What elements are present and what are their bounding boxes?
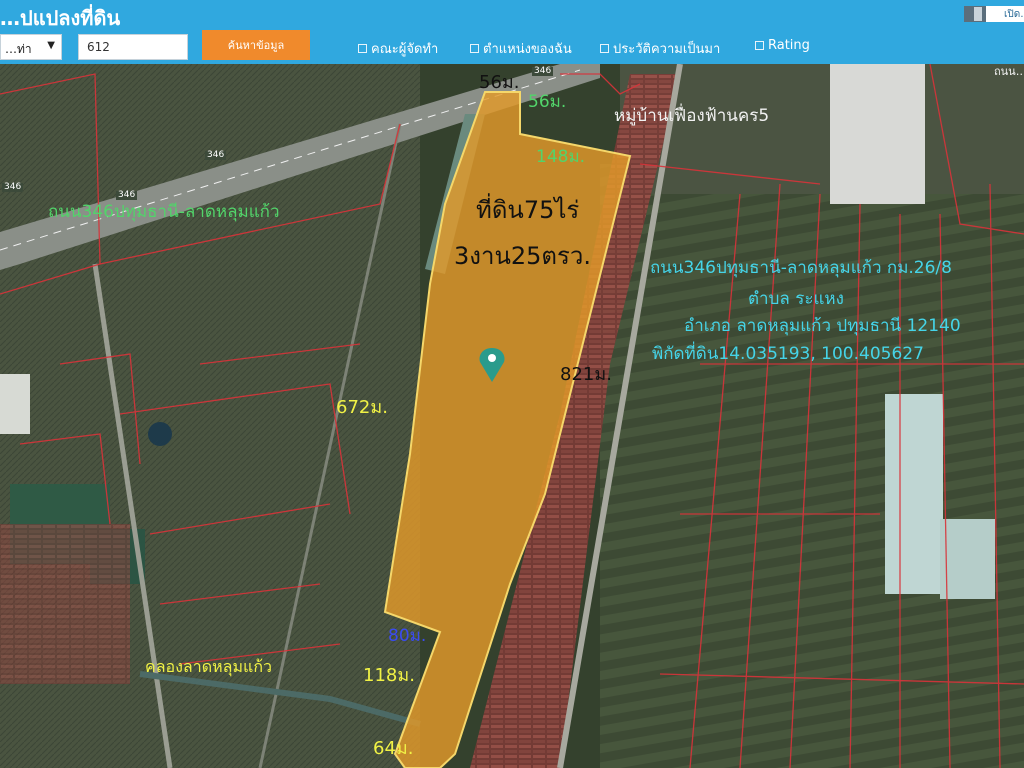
parcel-area-line2: 3งาน25ตรว. — [454, 242, 591, 270]
factory-building — [830, 64, 925, 204]
terrain-northeast — [620, 64, 1024, 194]
village-west — [0, 524, 130, 684]
factory-building — [940, 519, 995, 599]
measure-west-edge: 672ม. — [336, 397, 388, 418]
app-title: …ปแปลงที่ดิน — [0, 6, 121, 30]
toggle-history-label: ประวัติความเป็นมา — [613, 42, 721, 57]
parcel-area-line1: ที่ดิน75ไร่ — [476, 196, 580, 224]
measure-top-edge: 56ม. — [479, 72, 520, 93]
measure-top-notch: 56ม. — [528, 92, 567, 112]
toggle-history[interactable]: ประวัติความเป็นมา — [600, 38, 720, 59]
measure-southwest-step: 80ม. — [388, 626, 427, 646]
measure-east-edge: 821ม. — [560, 364, 612, 385]
parcel-number-input[interactable] — [78, 34, 188, 60]
toggle-knob-highlight — [974, 7, 982, 21]
toggle-my-location[interactable]: ตำแหน่งของฉัน — [470, 38, 572, 59]
toggle-team[interactable]: คณะผู้จัดทำ — [358, 38, 438, 59]
address-line-3: อำเภอ ลาดหลุมแก้ว ปทุมธานี 12140 — [684, 316, 961, 336]
measure-northeast-edge: 148ม. — [536, 147, 586, 167]
toggle-team-label: คณะผู้จัดทำ — [371, 42, 439, 57]
farm-fields — [600, 164, 1024, 768]
road-marker: 346 — [2, 182, 24, 192]
search-button[interactable]: ค้นหาข้อมูล — [202, 30, 310, 60]
factory-building — [885, 394, 943, 594]
measure-south-edge: 64ม. — [373, 738, 414, 759]
pond — [148, 422, 172, 446]
toggle-rating-label: Rating — [768, 38, 810, 53]
checkbox-icon[interactable] — [600, 44, 609, 53]
address-line-1: ถนน346ปทุมธานี-ลาดหลุมแก้ว กม.26/8 — [650, 258, 952, 278]
province-select-value: …ท่า — [5, 42, 32, 56]
checkbox-icon[interactable] — [470, 44, 479, 53]
road-marker: 346 — [205, 150, 227, 160]
measure-south-west-edge: 118ม. — [363, 665, 415, 686]
province-select[interactable]: …ท่า ▼ — [0, 34, 62, 60]
coordinates-label: พิกัดที่ดิน14.035193, 100.405627 — [652, 344, 924, 364]
checkbox-icon[interactable] — [358, 44, 367, 53]
open-panel-toggle-label: เปิด… — [1004, 9, 1024, 20]
chevron-down-icon: ▼ — [47, 40, 55, 51]
road-name-label: ถนน346ปทุมธานี-ลาดหลุมแก้ว — [48, 202, 280, 222]
building — [0, 374, 30, 434]
satellite-map[interactable]: 346 346 346 346 ถนน… 56ม. 56ม. 148ม. 821… — [0, 64, 1024, 768]
village-label: หมู่บ้านเฟื่องฟ้านคร5 — [614, 106, 770, 126]
toggle-rating[interactable]: Rating — [755, 38, 810, 53]
open-panel-toggle[interactable]: เปิด… — [964, 6, 1024, 22]
address-line-2: ตำบล ระแหง — [748, 289, 844, 309]
toggle-my-location-label: ตำแหน่งของฉัน — [483, 42, 572, 57]
road-name-partial: ถนน… — [994, 65, 1024, 78]
road-marker: 346 — [532, 66, 554, 76]
road-marker: 346 — [116, 190, 138, 200]
top-bar: …ปแปลงที่ดิน …ท่า ▼ ค้นหาข้อมูล คณะผู้จั… — [0, 0, 1024, 64]
checkbox-icon[interactable] — [755, 41, 764, 50]
canal-label: คลองลาดหลุมแก้ว — [145, 657, 272, 676]
